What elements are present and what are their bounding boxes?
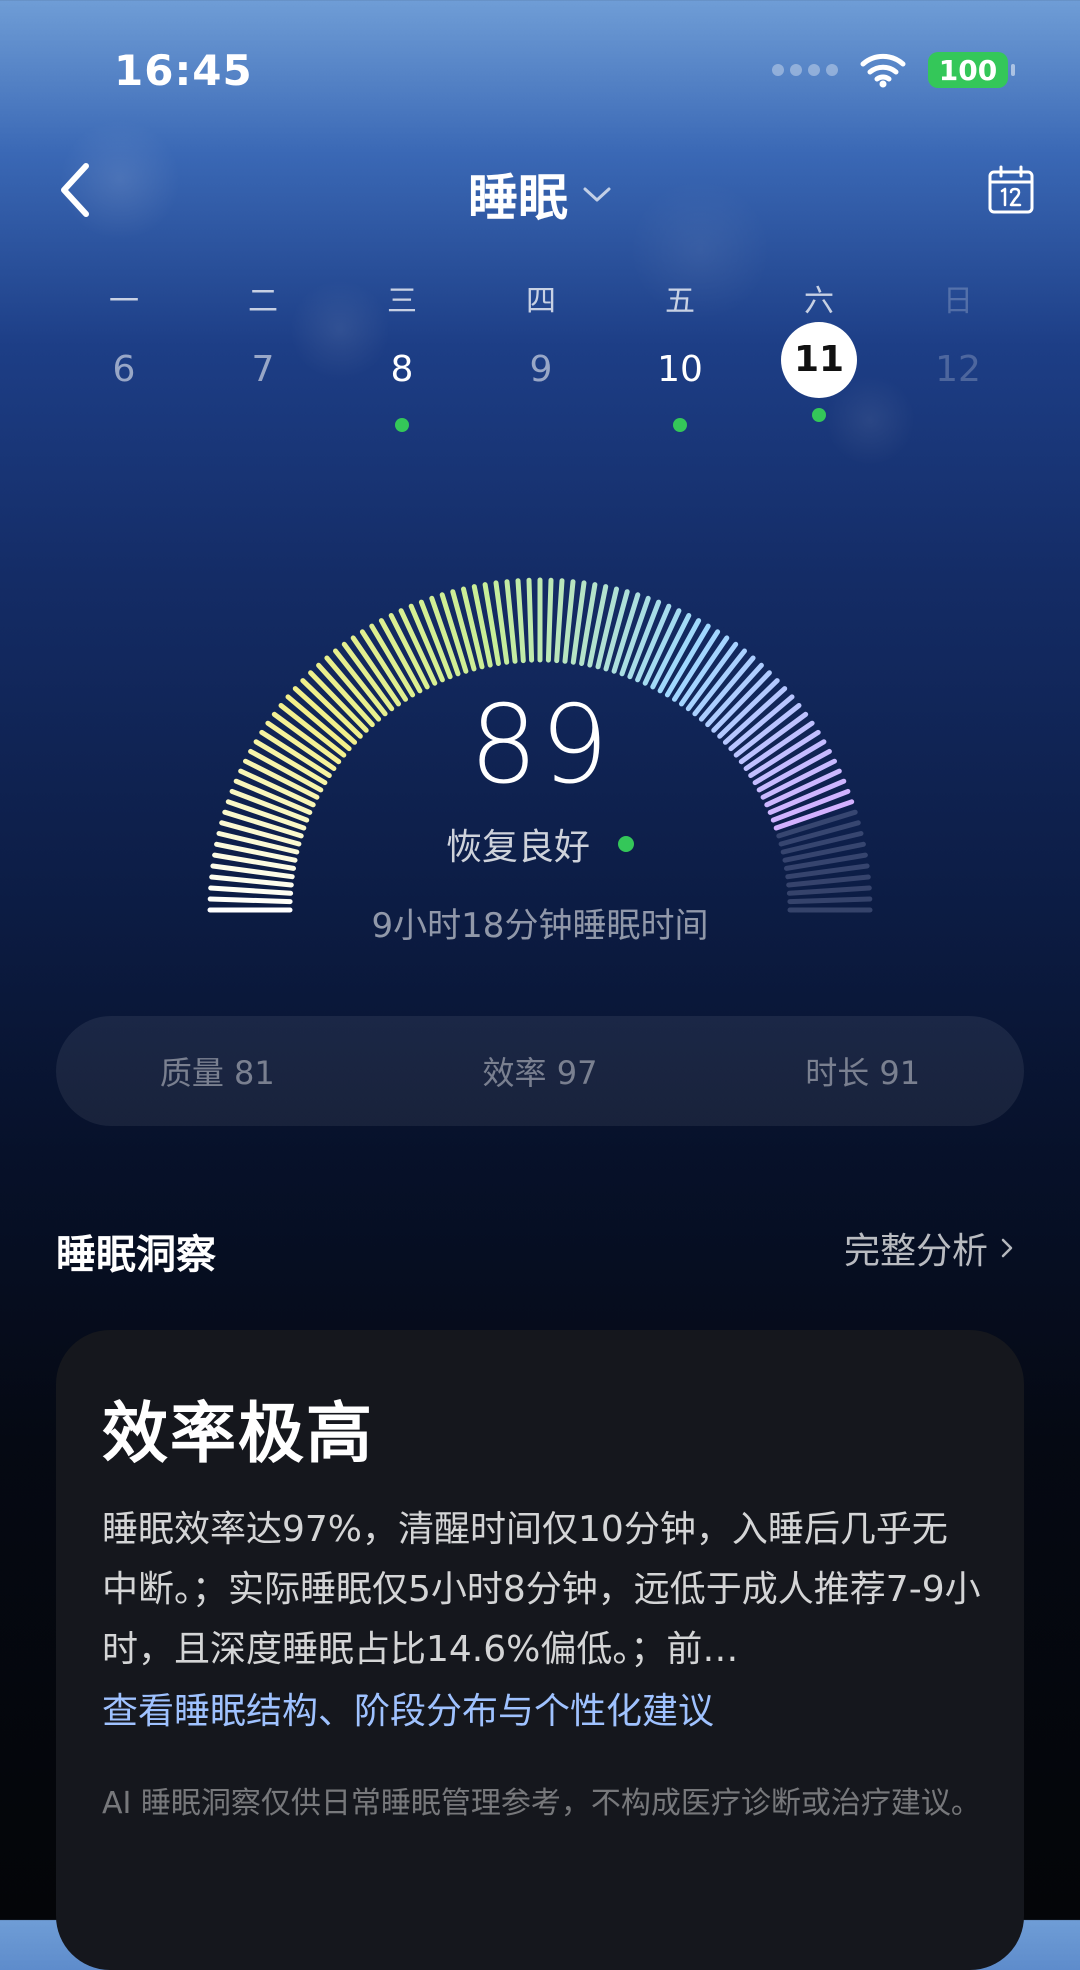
ai-disclaimer: AI 睡眠洞察仅供日常睡眠管理参考，不构成医疗诊断或治疗建议。 — [102, 1786, 981, 1821]
gauge-tick-filled — [562, 579, 576, 664]
day-7[interactable]: 二7 — [208, 282, 318, 408]
metric-duration[interactable]: 时长 91 — [701, 1048, 1024, 1094]
calendar-button[interactable] — [986, 164, 1036, 216]
battery-indicator: 100 — [928, 52, 1015, 88]
day-name: 三 — [387, 284, 417, 319]
gauge-tick-filled — [209, 874, 294, 888]
data-dot — [673, 418, 687, 432]
day-number: 12 — [935, 349, 981, 390]
sleep-structure-link[interactable]: 查看睡眠结构、阶段分布与个性化建议 — [102, 1682, 714, 1734]
gauge-tick-filled — [208, 885, 294, 896]
sleep-duration: 9小时18分钟睡眠时间 — [371, 906, 709, 946]
day-9[interactable]: 四9 — [486, 282, 596, 408]
day-11[interactable]: 六 11 — [764, 282, 874, 422]
data-dot — [395, 418, 409, 432]
data-dot — [812, 408, 826, 422]
sleep-score: 89 — [469, 683, 611, 808]
day-10[interactable]: 五 10 — [625, 282, 735, 432]
day-12[interactable]: 日 12 — [903, 282, 1013, 408]
day-name: 五 — [665, 284, 695, 319]
full-analysis-link[interactable]: 完整分析 — [844, 1222, 1014, 1274]
day-number: 8 — [390, 349, 414, 390]
status-dot — [618, 836, 634, 852]
recovery-status-label: 恢复良好 — [445, 827, 590, 868]
day-8[interactable]: 三8 — [347, 282, 457, 432]
day-name: 日 — [943, 284, 973, 319]
recovery-status: 恢复良好 — [0, 818, 1080, 870]
week-selector: 一 6 二 7 三 8 四 9 五 10 六 11 日 12 — [62, 282, 1062, 432]
gauge-tick-filled — [545, 577, 554, 663]
gauge-tick-empty — [786, 885, 872, 896]
gauge-tick-empty — [786, 874, 871, 888]
metric-efficiency[interactable]: 效率 97 — [379, 1048, 702, 1094]
status-time: 16:45 — [114, 46, 253, 95]
status-icons: 100 — [772, 52, 1015, 88]
insight-body: 睡眠效率达97%，清醒时间仅10分钟，入睡后几乎无中断。；实际睡眠仅5小时8分钟… — [102, 1509, 981, 1670]
insight-card[interactable]: 效率极高 睡眠效率达97%，清醒时间仅10分钟，入睡后几乎无中断。；实际睡眠仅5… — [56, 1330, 1024, 1970]
day-number: 7 — [251, 349, 275, 390]
gauge-tick-filled — [554, 578, 565, 664]
title-dropdown[interactable]: 睡眠 — [0, 158, 1080, 230]
page-title: 睡眠 — [468, 169, 568, 227]
day-name: 六 — [804, 284, 834, 319]
calendar-icon — [988, 165, 1034, 214]
day-name: 二 — [248, 284, 278, 319]
day-number: 6 — [112, 349, 136, 390]
section-title: 睡眠洞察 — [56, 1232, 216, 1278]
metric-quality[interactable]: 质量 81 — [56, 1048, 379, 1094]
day-name: 一 — [109, 284, 139, 319]
chevron-down-icon — [583, 187, 611, 202]
signal-icon — [772, 64, 838, 76]
day-number: 9 — [529, 349, 553, 390]
gauge-tick-filled — [526, 577, 535, 663]
full-analysis-label: 完整分析 — [843, 1231, 988, 1272]
chevron-right-icon — [1001, 1238, 1013, 1258]
day-number: 10 — [657, 349, 703, 390]
metrics-bar: 质量 81 效率 97 时长 91 — [56, 1016, 1024, 1126]
wifi-icon — [860, 53, 906, 88]
day-name: 四 — [526, 284, 556, 319]
day-number: 11 — [781, 322, 857, 398]
gauge-tick-filled — [515, 578, 526, 664]
day-6[interactable]: 一6 — [69, 282, 179, 408]
gauge-tick-filled — [504, 579, 518, 664]
insight-title: 效率极高 — [102, 1395, 374, 1472]
